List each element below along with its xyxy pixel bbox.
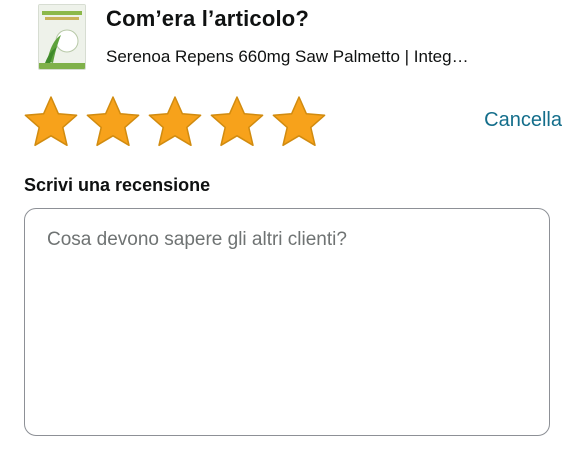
star-3-icon[interactable] [146, 94, 204, 152]
review-label: Scrivi una recensione [24, 175, 211, 195]
star-rating [22, 94, 328, 152]
product-header: Com’era l’articolo? Serenoa Repens 660mg… [0, 0, 576, 80]
review-textarea-container [24, 208, 550, 436]
product-name[interactable]: Serenoa Repens 660mg Saw Palmetto | Inte… [106, 47, 556, 67]
page-title: Com’era l’articolo? [106, 6, 310, 31]
star-4-icon[interactable] [208, 94, 266, 152]
star-1-icon[interactable] [22, 94, 80, 152]
star-5-icon[interactable] [270, 94, 328, 152]
star-rating-row: Cancella [22, 94, 562, 152]
cancel-rating-link[interactable]: Cancella [484, 109, 562, 132]
review-textarea[interactable] [47, 229, 527, 415]
product-image [39, 5, 85, 69]
star-2-icon[interactable] [84, 94, 142, 152]
product-thumbnail[interactable] [38, 4, 86, 70]
